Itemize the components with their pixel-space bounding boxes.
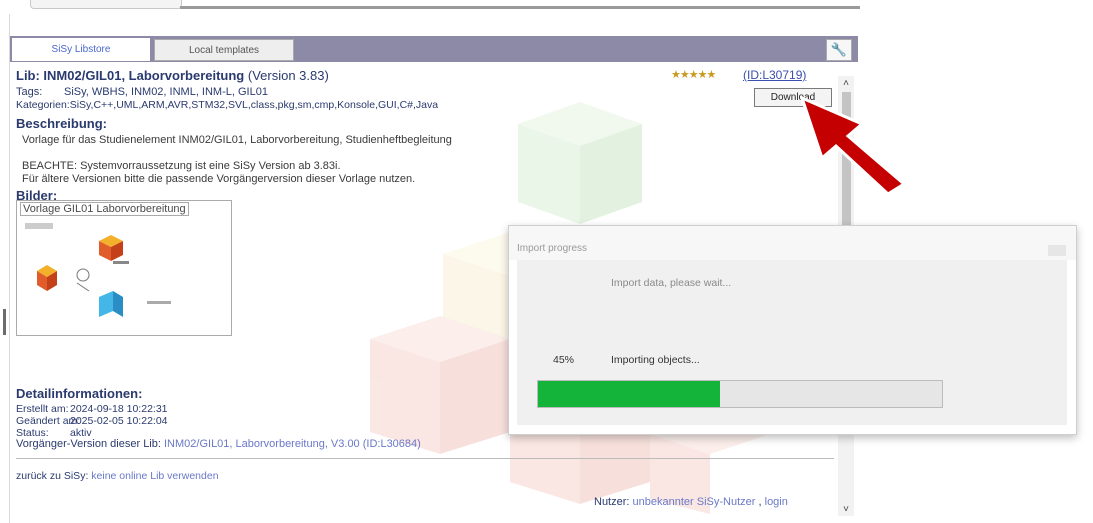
preview-image[interactable]: Vorlage GIL01 Laborvorbereitung	[16, 200, 232, 336]
predecessor-label: Vorgänger-Version dieser Lib:	[16, 438, 161, 450]
preview-caption: Vorlage GIL01 Laborvorbereitung	[20, 202, 189, 216]
tags-value: SiSy, WBHS, INM02, INML, INM-L, GIL01	[64, 86, 268, 98]
details-heading: Detailinformationen:	[16, 386, 143, 401]
wrench-icon[interactable]: 🔧	[826, 39, 852, 61]
predecessor-row: Vorgänger-Version dieser Lib: INM02/GIL0…	[16, 438, 421, 450]
dialog-title: Import progress	[517, 243, 588, 254]
preview-diagram-icon	[25, 223, 171, 317]
created-row: Erstellt am:2024-09-18 10:22:31	[16, 403, 168, 415]
window-top-edge	[0, 0, 860, 14]
lib-version: (Version 3.83)	[247, 68, 329, 83]
categories-value: SiSy,C++,UML,ARM,AVR,STM32,SVL,class,pkg…	[69, 99, 439, 111]
progress-bar	[537, 380, 943, 408]
description-heading: Beschreibung:	[16, 116, 108, 131]
dialog-close-button[interactable]	[1048, 245, 1066, 256]
predecessor-link[interactable]: INM02/GIL01, Laborvorbereitung, V3.00 (I…	[164, 438, 421, 450]
back-row: zurück zu SiSy: keine online Lib verwend…	[16, 470, 219, 482]
scroll-up-icon[interactable]: ˄	[838, 76, 854, 90]
categories-row: Kategorien:SiSy,C++,UML,ARM,AVR,STM32,SV…	[16, 99, 438, 111]
lib-id-link[interactable]: (ID:L30719)	[743, 68, 806, 82]
login-link[interactable]: login	[765, 496, 788, 508]
import-progress-dialog: Import progress Import data, please wait…	[508, 225, 1077, 435]
rail-handle[interactable]	[3, 309, 6, 335]
lib-title: Lib: INM02/GIL01, Laborvorbereitung (Ver…	[16, 68, 329, 83]
tab-local-templates[interactable]: Local templates	[154, 39, 294, 61]
created-label: Erstellt am:	[16, 403, 69, 415]
red-pointer-arrow-icon	[800, 96, 907, 196]
tab-bar: SiSy Libstore Local templates 🔧	[10, 36, 858, 62]
user-label: Nutzer:	[594, 496, 630, 508]
description-line-1: Vorlage für das Studienelement INM02/GIL…	[22, 134, 452, 146]
changed-value: 2025-02-05 10:22:04	[70, 415, 168, 427]
rating-stars: ★★★★★	[671, 69, 716, 81]
changed-label: Geändert am:	[16, 415, 81, 427]
footer-separator	[16, 458, 834, 459]
categories-label: Kategorien:	[16, 99, 70, 111]
back-label: zurück zu SiSy:	[16, 470, 89, 482]
tags-label: Tags:	[16, 86, 43, 98]
progress-fill	[538, 381, 720, 407]
progress-percent: 45%	[553, 354, 575, 366]
dialog-body: Import data, please wait... 45% Importin…	[517, 260, 1067, 425]
back-link[interactable]: keine online Lib verwenden	[91, 470, 218, 482]
user-row: Nutzer: unbekannter SiSy-Nutzer , login	[594, 496, 788, 508]
dialog-message: Import data, please wait...	[611, 277, 732, 289]
progress-status: Importing objects...	[611, 354, 700, 366]
tab-sisy-libstore[interactable]: SiSy Libstore	[12, 38, 150, 61]
dialog-titlebar: Import progress	[509, 226, 1076, 260]
created-value: 2024-09-18 10:22:31	[70, 403, 168, 415]
changed-row: Geändert am:2025-02-05 10:22:04	[16, 415, 168, 427]
user-link[interactable]: unbekannter SiSy-Nutzer	[633, 496, 756, 508]
left-rail	[0, 14, 9, 523]
scroll-down-icon[interactable]: ˅	[838, 502, 854, 516]
description-line-2: BEACHTE: Systemvorraussetzung ist eine S…	[22, 160, 341, 172]
top-tab-stub	[30, 0, 182, 9]
description-line-3: Für ältere Versionen bitte die passende …	[22, 173, 416, 185]
top-divider	[180, 6, 860, 9]
lib-title-text: Lib: INM02/GIL01, Laborvorbereitung	[16, 68, 245, 83]
tags-row: Tags: SiSy, WBHS, INM02, INML, INM-L, GIL…	[16, 86, 268, 98]
